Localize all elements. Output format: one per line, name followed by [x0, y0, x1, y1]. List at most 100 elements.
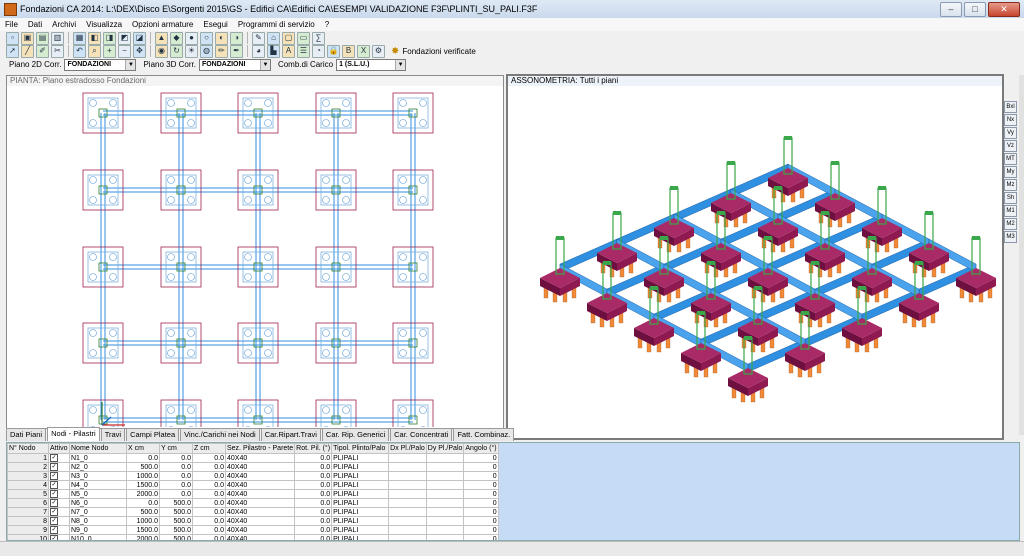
table-cell[interactable] — [388, 453, 427, 463]
result-button-vy[interactable]: Vy — [1004, 127, 1017, 139]
table-cell[interactable]: 0.0 — [294, 453, 333, 463]
row-number[interactable]: 2 — [7, 462, 49, 472]
row-number[interactable]: 9 — [7, 525, 49, 535]
column-header[interactable]: Dx Pl./Palo — [388, 443, 427, 454]
bp-icon[interactable]: B — [342, 44, 355, 58]
wand-icon[interactable]: ◩ — [118, 31, 131, 45]
tab-dati-piani[interactable]: Dati Piani — [6, 428, 47, 441]
column-header[interactable]: Sez. Pilastro - Parete — [224, 443, 296, 454]
comb-select[interactable]: 1 (S.L.U.) ▼ — [336, 58, 407, 71]
text-a-icon[interactable]: A — [282, 44, 295, 58]
active-checkbox-cell[interactable]: ✓ — [48, 480, 70, 490]
table-cell[interactable]: 0.0 — [126, 498, 160, 508]
result-button-bxl[interactable]: Bxl — [1004, 101, 1017, 113]
plan-view-panel[interactable]: PIANTA: Piano estradosso Fondazioni — [6, 75, 504, 429]
column-header[interactable]: Z cm — [192, 443, 226, 454]
table-cell[interactable]: 0.0 — [192, 480, 226, 490]
table-cell[interactable]: PLIPALI — [331, 453, 390, 463]
table-cell[interactable] — [425, 471, 465, 481]
table-cell[interactable] — [388, 471, 427, 481]
zoom-out-icon[interactable]: − — [118, 44, 131, 58]
table-cell[interactable]: N7_0 — [69, 507, 127, 517]
table-cell[interactable] — [388, 489, 427, 499]
brush-icon[interactable]: ✒ — [230, 44, 243, 58]
table-cell[interactable]: 0.0 — [159, 489, 193, 499]
sphere-icon[interactable]: ◍ — [200, 44, 213, 58]
table-row[interactable]: 8 ✓ N8_0 1000.0 500.0 0.0 40X40 0.0 PLIPALI 0 — [7, 516, 499, 526]
table-cell[interactable]: PLIPALI — [331, 462, 390, 472]
active-checkbox-cell[interactable]: ✓ — [48, 507, 70, 517]
table-cell[interactable]: N3_0 — [69, 471, 127, 481]
text-icon[interactable]: ✎ — [252, 31, 265, 45]
table-row[interactable]: 6 ✓ N6_0 0.0 500.0 0.0 40X40 0.0 PLIPALI 0 — [7, 498, 499, 508]
column-header[interactable]: Rot. Pil. (°) — [294, 443, 333, 454]
column-header[interactable]: Attivo — [48, 443, 70, 454]
table-cell[interactable]: 0 — [463, 489, 499, 499]
row-number[interactable]: 1 — [7, 453, 49, 463]
table-cell[interactable]: 0.0 — [192, 471, 226, 481]
table-cell[interactable]: 0.0 — [192, 462, 226, 472]
menu-archivi[interactable]: Archivi — [47, 18, 81, 31]
table-cell[interactable]: 0.0 — [159, 471, 193, 481]
table-cell[interactable]: 0.0 — [294, 516, 333, 526]
table-cell[interactable]: PLIPALI — [331, 525, 390, 535]
building-icon[interactable]: ▙ — [267, 44, 280, 58]
grid-icon[interactable]: ◧ — [88, 31, 101, 45]
pencil-icon[interactable]: ✏ — [215, 44, 228, 58]
list-icon[interactable]: ☰ — [297, 44, 310, 58]
active-checkbox-cell[interactable]: ✓ — [48, 462, 70, 472]
table-cell[interactable]: 0 — [463, 453, 499, 463]
column-header[interactable]: Dy Pl./Palo — [425, 443, 465, 454]
xl-icon[interactable]: X — [357, 44, 370, 58]
lock-icon[interactable]: 🔒 — [327, 44, 340, 58]
table-cell[interactable]: 0.0 — [159, 462, 193, 472]
menu-esegui[interactable]: Esegui — [198, 18, 232, 31]
table-cell[interactable]: 0 — [463, 507, 499, 517]
column-header[interactable]: X cm — [126, 443, 160, 454]
row-number[interactable]: 5 — [7, 489, 49, 499]
active-checkbox-cell[interactable]: ✓ — [48, 489, 70, 499]
column-header[interactable]: Tipol. Plinto/Palo — [331, 443, 390, 454]
column-header[interactable]: Y cm — [159, 443, 193, 454]
active-checkbox[interactable]: ✓ — [50, 508, 58, 516]
arrow-icon[interactable]: ➚ — [6, 44, 19, 58]
chevron-down-icon[interactable]: ▼ — [259, 59, 270, 70]
result-button-sh[interactable]: Sh — [1004, 192, 1017, 204]
result-button-vz[interactable]: Vz — [1004, 140, 1017, 152]
calc-icon[interactable]: ∑ — [312, 31, 325, 45]
table-cell[interactable]: 40X40 — [224, 471, 296, 481]
table-cell[interactable] — [425, 525, 465, 535]
menu-dati[interactable]: Dati — [23, 18, 47, 31]
column-header[interactable]: Nome Nodo — [69, 443, 127, 454]
tab-nodi-pilastri[interactable]: Nodi - Pilastri — [47, 427, 100, 441]
row-number[interactable]: 3 — [7, 471, 49, 481]
table-cell[interactable]: 40X40 — [224, 480, 296, 490]
column-header[interactable]: Angolo (°) — [463, 443, 499, 454]
column-header[interactable]: N° Nodo — [7, 443, 49, 454]
table-cell[interactable]: N6_0 — [69, 498, 127, 508]
tab-fatt-combinaz[interactable]: Fatt. Combinaz. — [453, 428, 515, 441]
table-cell[interactable]: 0.0 — [126, 453, 160, 463]
table-cell[interactable]: 0.0 — [192, 489, 226, 499]
table-cell[interactable]: PLIPALI — [331, 489, 390, 499]
table-cell[interactable]: 1500.0 — [126, 525, 160, 535]
active-checkbox[interactable]: ✓ — [50, 517, 58, 525]
table-cell[interactable]: N4_0 — [69, 480, 127, 490]
table-cell[interactable]: 0.0 — [192, 498, 226, 508]
pen-icon[interactable]: ✐ — [36, 44, 49, 58]
table-cell[interactable]: 40X40 — [224, 516, 296, 526]
table-cell[interactable]: 0 — [463, 525, 499, 535]
table-cell[interactable]: 0 — [463, 498, 499, 508]
table-cell[interactable] — [425, 453, 465, 463]
table-cell[interactable]: PLIPALI — [331, 507, 390, 517]
tab-campi-platea[interactable]: Campi Platea — [126, 428, 180, 441]
table-cell[interactable]: 500.0 — [126, 462, 160, 472]
table-cell[interactable]: PLIPALI — [331, 480, 390, 490]
table-cell[interactable]: 0.0 — [294, 480, 333, 490]
table-cell[interactable]: 0 — [463, 471, 499, 481]
color-icon[interactable]: ◕ — [252, 44, 265, 58]
table-cell[interactable]: 0.0 — [192, 516, 226, 526]
table-cell[interactable]: 500.0 — [159, 516, 193, 526]
table-cell[interactable]: 0 — [463, 480, 499, 490]
menu-programmi-servizio[interactable]: Programmi di servizio — [233, 18, 320, 31]
